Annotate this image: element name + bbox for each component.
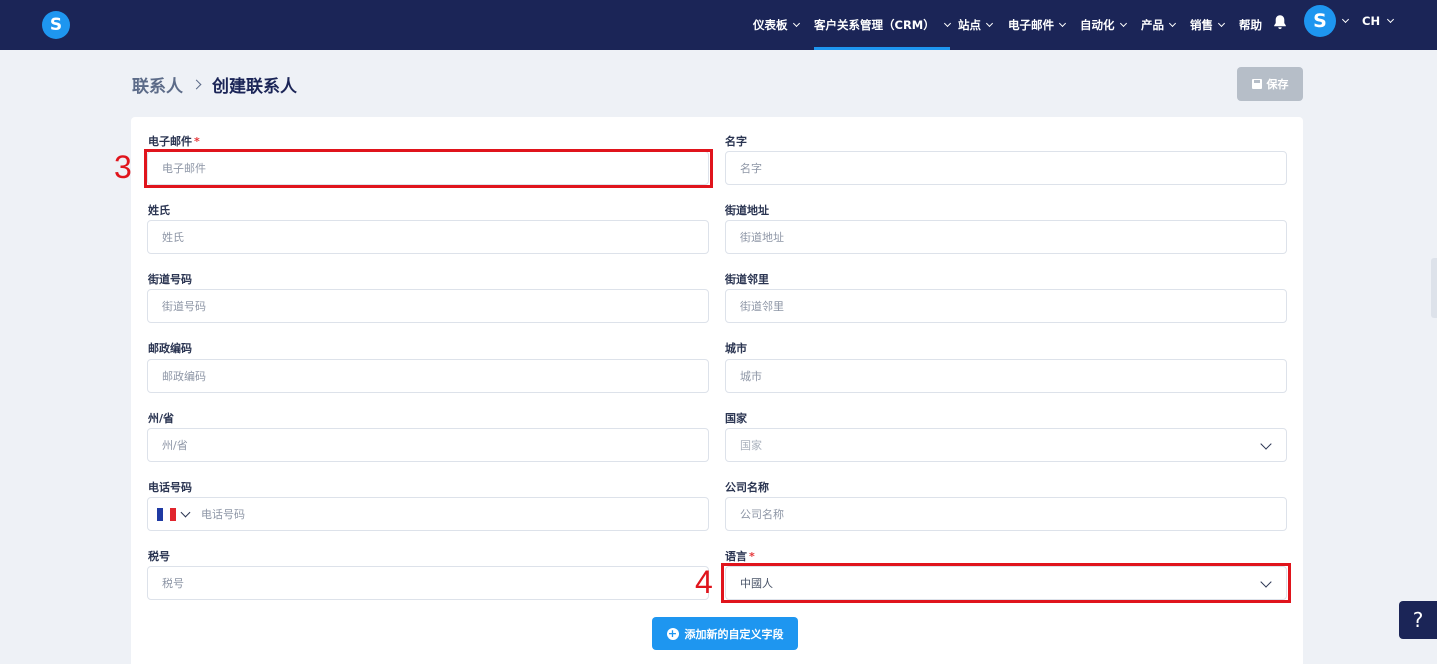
side-panel-handle[interactable] — [1431, 258, 1437, 318]
breadcrumb: 联系人 创建联系人 — [132, 72, 297, 97]
email-highlight-box — [144, 149, 713, 188]
chevron-down-icon — [1260, 438, 1272, 450]
state-label: 州/省 — [148, 412, 175, 425]
chevron-down-icon — [1168, 19, 1177, 28]
chevron-down-icon[interactable] — [1341, 15, 1350, 24]
city-field[interactable]: 城市 — [725, 359, 1287, 393]
street-number-field[interactable]: 街道号码 — [147, 289, 709, 323]
nav-item-automation[interactable]: 自动化 — [1080, 0, 1127, 50]
phone-label: 电话号码 — [148, 481, 192, 494]
first-name-field[interactable]: 名字 — [725, 151, 1287, 185]
first-name-label: 名字 — [725, 135, 747, 148]
language-highlight-box — [721, 563, 1291, 603]
required-asterisk: * — [749, 550, 755, 563]
chevron-down-icon — [985, 19, 994, 28]
nav-item-sales[interactable]: 销售 — [1190, 0, 1226, 50]
page-title: 创建联系人 — [212, 76, 297, 97]
phone-field[interactable]: 电话号码 — [147, 497, 709, 531]
country-select[interactable]: 国家 — [725, 428, 1287, 462]
breadcrumb-parent-link[interactable]: 联系人 — [132, 72, 183, 97]
chevron-down-icon — [1217, 19, 1226, 28]
country-label: 国家 — [725, 412, 747, 425]
nav-item-email[interactable]: 电子邮件 — [1008, 0, 1067, 50]
annotation-marker-4: 4 — [695, 564, 713, 600]
nav-item-crm[interactable]: 客户关系管理（CRM） — [814, 0, 951, 50]
nav-item-sites[interactable]: 站点 — [958, 0, 994, 50]
nav-item-label: 自动化 — [1080, 18, 1115, 32]
bell-icon[interactable] — [1273, 14, 1287, 30]
tax-id-label: 税号 — [148, 550, 170, 563]
nav-item-label: 站点 — [958, 18, 981, 32]
add-custom-field-label: 添加新的自定义字段 — [684, 627, 784, 641]
nav-item-products[interactable]: 产品 — [1141, 0, 1177, 50]
street-address-field[interactable]: 街道地址 — [725, 220, 1287, 254]
language-switcher[interactable]: CH — [1362, 0, 1395, 42]
chevron-down-icon — [1058, 19, 1067, 28]
postal-code-field[interactable]: 邮政编码 — [147, 359, 709, 393]
chevron-down-icon — [792, 19, 800, 28]
plus-circle-icon: + — [666, 626, 679, 640]
chevron-down-icon[interactable] — [180, 507, 191, 517]
annotation-marker-3: 3 — [114, 149, 132, 185]
save-button[interactable]: 保存 — [1237, 67, 1303, 101]
neighborhood-field[interactable]: 街道邻里 — [725, 289, 1287, 323]
street-address-label: 街道地址 — [725, 204, 769, 217]
chevron-down-icon — [1119, 19, 1127, 28]
chevron-down-icon — [1387, 15, 1395, 24]
street-number-label: 街道号码 — [148, 273, 192, 286]
nav-item-label: 帮助 — [1239, 18, 1262, 32]
chevron-right-icon — [191, 79, 202, 89]
nav-item-label: 产品 — [1141, 18, 1164, 32]
postal-code-label: 邮政编码 — [148, 342, 192, 355]
nav-item-help[interactable]: 帮助 — [1239, 0, 1262, 50]
company-field[interactable]: 公司名称 — [725, 497, 1287, 531]
language-label: CH — [1362, 14, 1381, 28]
email-label: 电子邮件 * — [148, 135, 200, 148]
france-flag-icon[interactable] — [157, 507, 176, 521]
city-label: 城市 — [725, 342, 747, 355]
nav-item-label: 仪表板 — [753, 18, 788, 32]
chevron-down-icon — [943, 19, 951, 28]
app-logo[interactable]: S — [42, 11, 70, 39]
help-button[interactable]: ? — [1399, 601, 1437, 639]
neighborhood-label: 街道邻里 — [725, 273, 769, 286]
nav-item-label: 销售 — [1190, 18, 1213, 32]
top-navbar: S 仪表板 客户关系管理（CRM） 站点 电子邮件 自动化 产品 销售 帮助 S… — [0, 0, 1437, 50]
language-label: 语言 * — [725, 550, 755, 563]
last-name-label: 姓氏 — [148, 204, 170, 217]
company-label: 公司名称 — [725, 481, 769, 494]
nav-item-dashboard[interactable]: 仪表板 — [753, 0, 800, 50]
nav-item-label: 客户关系管理（CRM） — [814, 18, 935, 32]
tax-id-field[interactable]: 税号 — [147, 566, 709, 600]
floppy-disk-icon — [1251, 79, 1262, 89]
required-asterisk: * — [194, 135, 200, 148]
add-custom-field-button[interactable]: + 添加新的自定义字段 — [652, 617, 798, 650]
nav-item-label: 电子邮件 — [1008, 18, 1054, 32]
avatar[interactable]: S — [1304, 5, 1336, 37]
last-name-field[interactable]: 姓氏 — [147, 220, 709, 254]
state-field[interactable]: 州/省 — [147, 428, 709, 462]
save-button-label: 保存 — [1266, 78, 1289, 91]
